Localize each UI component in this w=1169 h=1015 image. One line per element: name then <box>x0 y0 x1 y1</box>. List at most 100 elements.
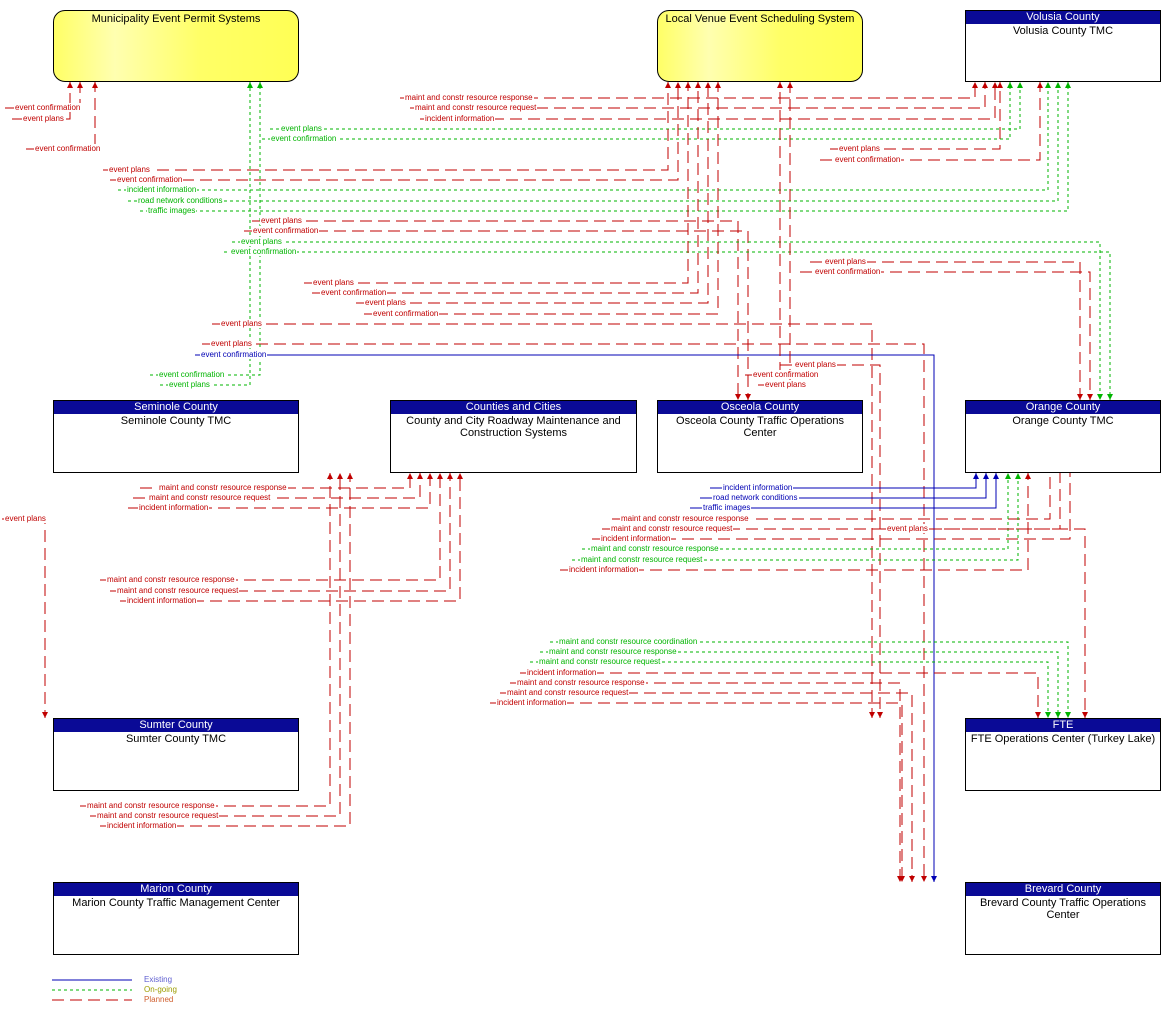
flow-line <box>304 82 689 284</box>
legend-planned: Planned <box>144 995 174 1004</box>
flow-label: maint and constr resource request <box>148 493 272 502</box>
flow-label: maint and constr resource request <box>96 811 220 820</box>
flow-label: maint and constr resource response <box>158 483 288 492</box>
flow-label: incident information <box>106 821 178 830</box>
flow-arrowhead <box>1037 82 1043 88</box>
architecture-diagram: Municipality Event Permit Systems Local … <box>0 0 1169 1015</box>
flow-line <box>356 82 709 304</box>
flow-arrowhead <box>1065 82 1071 88</box>
flow-arrowhead <box>931 876 937 882</box>
flow-label: event plans <box>794 360 837 369</box>
box-name: Local Venue Event Scheduling System <box>665 13 855 25</box>
flow-arrowhead <box>327 473 333 479</box>
flow-label: maint and constr resource request <box>414 103 538 112</box>
flow-line <box>758 82 791 386</box>
flow-label: event plans <box>364 298 407 307</box>
flow-label: event confirmation <box>116 175 184 184</box>
flow-label: incident information <box>600 534 672 543</box>
flow-label: event plans <box>312 278 355 287</box>
flow-line <box>745 82 781 376</box>
box-name: Brevard County Traffic Operations Center <box>979 897 1147 921</box>
legend-existing: Existing <box>144 975 173 984</box>
box-seminole-county-tmc[interactable]: Seminole County Seminole County TMC <box>53 400 299 473</box>
box-header: Volusia County <box>966 11 1160 24</box>
box-orange-county-tmc[interactable]: Orange County Orange County TMC <box>965 400 1161 473</box>
flow-line <box>810 261 1081 400</box>
box-name: Marion County Traffic Management Center <box>72 897 280 909</box>
flow-label: incident information <box>568 565 640 574</box>
flow-arrowhead <box>457 473 463 479</box>
box-header: Osceola County <box>658 401 862 414</box>
box-name: FTE Operations Center (Turkey Lake) <box>970 733 1156 745</box>
flow-arrowhead <box>447 473 453 479</box>
flow-line <box>232 241 1101 400</box>
flow-label: event confirmation <box>320 288 388 297</box>
legend-lines <box>52 979 132 1001</box>
flow-label: event plans <box>108 165 151 174</box>
flow-line <box>490 702 903 882</box>
flow-label: event confirmation <box>834 155 902 164</box>
flow-label: maint and constr resource response <box>86 801 216 810</box>
flow-arrowhead <box>997 82 1003 88</box>
flow-arrowhead <box>909 876 915 882</box>
flow-label: incident information <box>526 668 598 677</box>
flow-label: event plans <box>220 319 263 328</box>
box-brevard-county-toc[interactable]: Brevard County Brevard County Traffic Op… <box>965 882 1161 955</box>
flow-label: maint and constr resource request <box>506 688 630 697</box>
flow-label: event confirmation <box>270 134 338 143</box>
flow-label: event plans <box>240 237 283 246</box>
flow-arrowhead <box>877 712 883 718</box>
flow-arrowhead <box>992 82 998 88</box>
flow-arrowhead <box>983 473 989 479</box>
flow-arrowhead <box>685 82 691 88</box>
flow-line <box>262 82 1011 140</box>
flow-label: road network conditions <box>137 196 224 205</box>
flow-line <box>244 230 749 400</box>
flow-arrowhead <box>407 473 413 479</box>
box-fte-operations-center[interactable]: FTE FTE Operations Center (Turkey Lake) <box>965 718 1161 791</box>
box-county-city-roadway-maintenance[interactable]: Counties and Cities County and City Road… <box>390 400 637 473</box>
box-marion-county-tmc[interactable]: Marion County Marion County Traffic Mana… <box>53 882 299 955</box>
box-header: FTE <box>966 719 1160 732</box>
flow-arrowhead <box>437 473 443 479</box>
flow-label: maint and constr resource response <box>404 93 534 102</box>
flow-label: event plans <box>886 524 929 533</box>
flow-arrowhead <box>427 473 433 479</box>
flow-arrowhead <box>972 82 978 88</box>
flow-label: incident information <box>722 483 794 492</box>
flow-line <box>800 271 1091 400</box>
box-name: Sumter County TMC <box>125 733 227 745</box>
flow-label: traffic images <box>702 503 752 512</box>
flow-label: event plans <box>838 144 881 153</box>
flow-label: maint and constr resource response <box>106 575 236 584</box>
flow-label: maint and constr resource request <box>116 586 240 595</box>
flow-line <box>128 82 1059 202</box>
flow-arrowhead <box>1025 473 1031 479</box>
flow-label: incident information <box>424 114 496 123</box>
flow-line <box>2 518 46 718</box>
box-municipality-event-permit-systems[interactable]: Municipality Event Permit Systems <box>53 10 299 82</box>
flow-label: maint and constr resource response <box>548 647 678 656</box>
flow-arrowhead <box>347 473 353 479</box>
flow-label: road network conditions <box>712 493 799 502</box>
flow-arrowhead <box>665 82 671 88</box>
flow-arrowhead <box>1045 82 1051 88</box>
box-name: Municipality Event Permit Systems <box>91 13 261 25</box>
flow-label: incident information <box>126 596 198 605</box>
flow-label: event plans <box>824 257 867 266</box>
box-volusia-county-tmc[interactable]: Volusia County Volusia County TMC <box>965 10 1161 82</box>
box-sumter-county-tmc[interactable]: Sumter County Sumter County TMC <box>53 718 299 791</box>
flow-label: event plans <box>4 514 47 523</box>
box-osceola-county-toc[interactable]: Osceola County Osceola County Traffic Op… <box>657 400 863 473</box>
box-header: Counties and Cities <box>391 401 636 414</box>
box-header: Orange County <box>966 401 1160 414</box>
box-local-venue-event-scheduling[interactable]: Local Venue Event Scheduling System <box>657 10 863 82</box>
flow-label: event confirmation <box>230 247 298 256</box>
box-name: County and City Roadway Maintenance and … <box>406 415 621 439</box>
flow-line <box>150 82 261 376</box>
flow-line <box>110 82 679 181</box>
box-name: Orange County TMC <box>1012 415 1114 427</box>
flow-arrowhead <box>67 82 73 88</box>
flow-line <box>876 528 1086 718</box>
flow-line <box>103 82 669 171</box>
